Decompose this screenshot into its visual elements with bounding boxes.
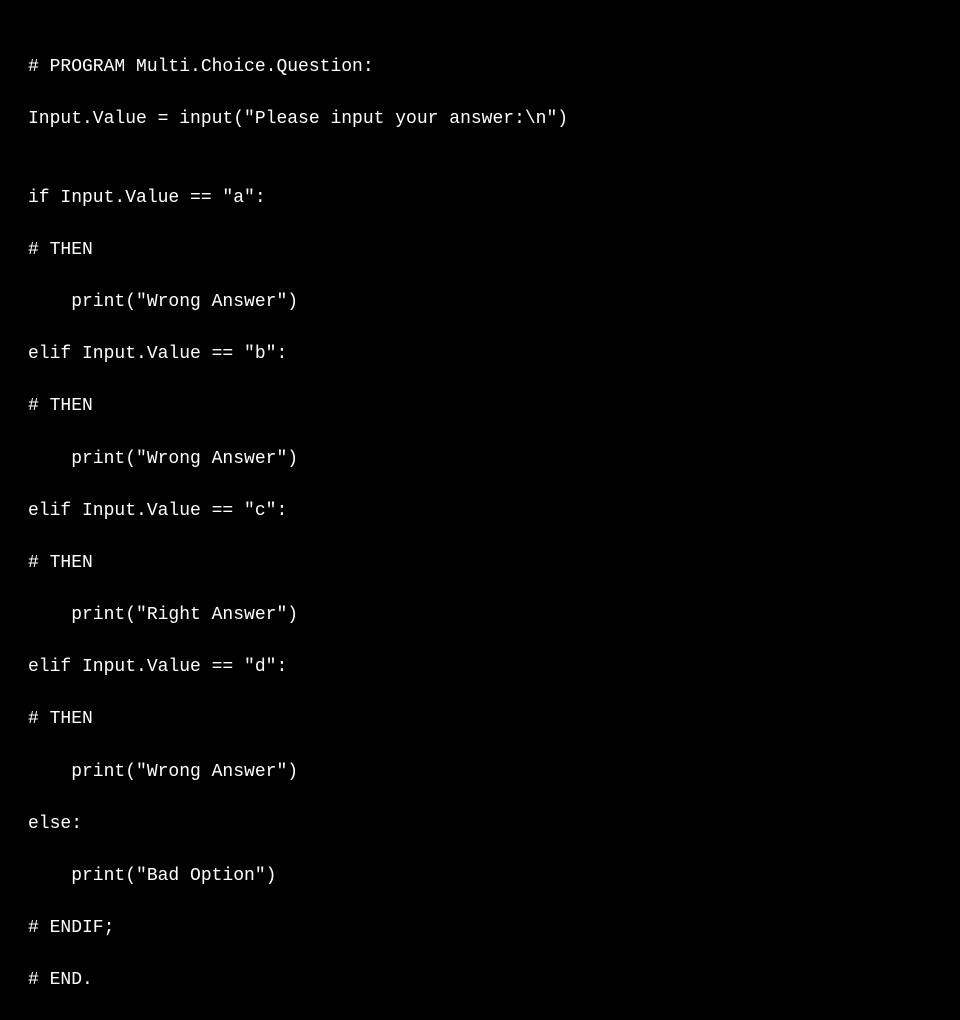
code-line: Input.Value = input("Please input your a… xyxy=(28,106,932,132)
code-line: else: xyxy=(28,811,932,837)
code-block: # PROGRAM Multi.Choice.Question: Input.V… xyxy=(28,28,932,1020)
code-line: # THEN xyxy=(28,550,932,576)
code-line: elif Input.Value == "c": xyxy=(28,498,932,524)
code-line: if Input.Value == "a": xyxy=(28,185,932,211)
code-line: # THEN xyxy=(28,706,932,732)
code-line: elif Input.Value == "d": xyxy=(28,654,932,680)
code-line: print("Bad Option") xyxy=(28,863,932,889)
code-line: # THEN xyxy=(28,393,932,419)
code-line: print("Wrong Answer") xyxy=(28,446,932,472)
code-line: elif Input.Value == "b": xyxy=(28,341,932,367)
code-line: # PROGRAM Multi.Choice.Question: xyxy=(28,54,932,80)
code-line: # END. xyxy=(28,967,932,993)
code-line: # THEN xyxy=(28,237,932,263)
code-line: # ENDIF; xyxy=(28,915,932,941)
code-line: print("Right Answer") xyxy=(28,602,932,628)
code-line: print("Wrong Answer") xyxy=(28,289,932,315)
code-line: print("Wrong Answer") xyxy=(28,759,932,785)
